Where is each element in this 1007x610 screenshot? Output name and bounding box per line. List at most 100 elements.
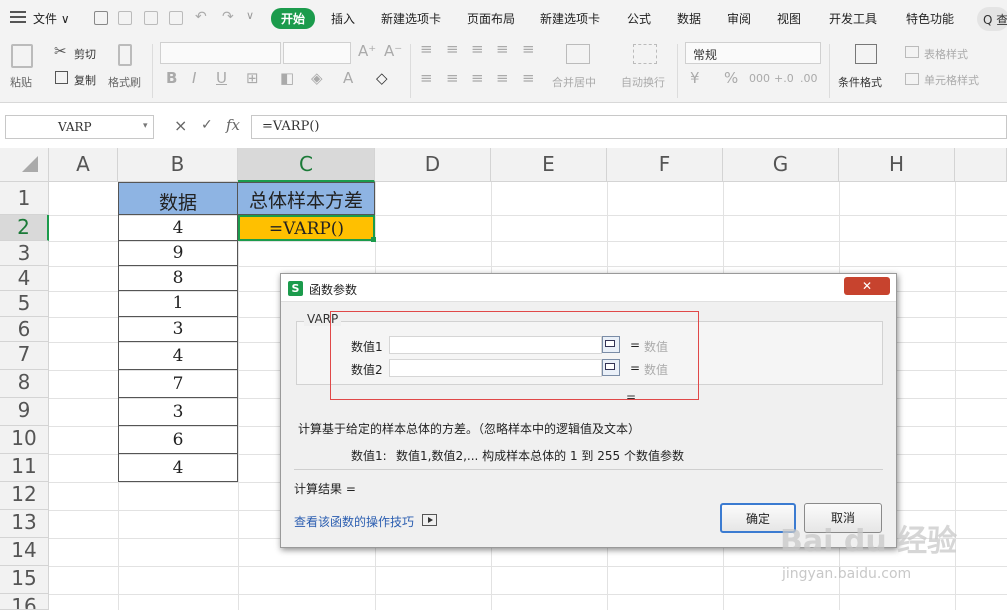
range-select-icon[interactable] (602, 359, 620, 376)
cell-b4[interactable]: 8 (118, 266, 238, 291)
video-icon[interactable] (422, 514, 437, 526)
thousands-icon[interactable]: 000 (749, 72, 770, 85)
cell-b1[interactable]: 数据 (118, 182, 238, 215)
row-header-4[interactable]: 4 (0, 266, 49, 291)
percent-icon[interactable]: % (724, 69, 738, 87)
close-button[interactable]: ✕ (844, 277, 890, 295)
quick-access-dropdown-icon[interactable]: ∨ (246, 9, 254, 22)
row-header-9[interactable]: 9 (0, 398, 49, 426)
range-select-icon[interactable] (602, 336, 620, 353)
row-header-6[interactable]: 6 (0, 317, 49, 342)
hamburger-icon[interactable] (10, 11, 26, 23)
dialog-title-bar[interactable]: S 函数参数 ✕ (281, 274, 896, 302)
row-header-1[interactable]: 1 (0, 182, 49, 215)
cell-style-icon[interactable] (905, 73, 919, 85)
row-header-14[interactable]: 14 (0, 538, 49, 566)
select-all-corner[interactable] (0, 148, 49, 182)
row-header-5[interactable]: 5 (0, 291, 49, 317)
insert-function-icon[interactable]: fx (226, 116, 240, 134)
param2-input[interactable] (389, 359, 602, 377)
row-header-16[interactable]: 16 (0, 594, 49, 610)
underline-icon[interactable]: U (216, 69, 227, 87)
tab-page-layout[interactable]: 页面布局 (467, 10, 515, 27)
outdent-icon[interactable]: ≡ (522, 40, 535, 58)
export-icon[interactable] (118, 11, 132, 25)
tab-data[interactable]: 数据 (677, 10, 701, 27)
increase-decimal-icon[interactable]: +.0 (774, 72, 794, 85)
justify-icon[interactable]: ≡ (496, 69, 509, 87)
row-header-13[interactable]: 13 (0, 510, 49, 538)
row-header-15[interactable]: 15 (0, 566, 49, 594)
row-header-8[interactable]: 8 (0, 370, 49, 398)
font-shrink-icon[interactable]: A⁻ (384, 42, 402, 60)
cancel-formula-icon[interactable]: × (174, 116, 187, 135)
distributed-icon[interactable]: ≡ (522, 69, 535, 87)
tab-new-2[interactable]: 新建选项卡 (540, 10, 600, 27)
column-header-a[interactable]: A (49, 148, 118, 182)
cell-b5[interactable]: 1 (118, 291, 238, 317)
number-format-select[interactable]: 常规 (685, 42, 821, 64)
tab-special[interactable]: 特色功能 (906, 10, 954, 27)
tab-new-1[interactable]: 新建选项卡 (381, 10, 441, 27)
cut-button[interactable]: 剪切 (74, 46, 96, 62)
column-header-h[interactable]: H (839, 148, 955, 182)
align-bottom-icon[interactable]: ≡ (471, 40, 484, 58)
name-box[interactable]: VARP (5, 115, 154, 139)
column-header-b[interactable]: B (118, 148, 238, 182)
column-header-e[interactable]: E (491, 148, 607, 182)
print-icon[interactable] (144, 11, 158, 25)
tab-formulas[interactable]: 公式 (627, 10, 651, 27)
row-header-10[interactable]: 10 (0, 426, 49, 454)
search-button[interactable]: Q 查 (977, 7, 1007, 31)
font-grow-icon[interactable]: A⁺ (358, 42, 376, 60)
conditional-format-icon[interactable] (855, 44, 877, 64)
format-painter-icon[interactable] (118, 44, 132, 66)
paste-icon[interactable] (11, 44, 33, 68)
cell-b2[interactable]: 4 (118, 215, 238, 241)
table-style-icon[interactable] (905, 46, 919, 58)
font-color-icon[interactable]: A (343, 69, 353, 87)
name-box-dropdown-icon[interactable]: ▾ (143, 121, 148, 131)
cell-c2-active[interactable]: =VARP() (238, 215, 375, 241)
cell-b11[interactable]: 4 (118, 454, 238, 482)
tab-view[interactable]: 视图 (777, 10, 801, 27)
tab-developer[interactable]: 开发工具 (829, 10, 877, 27)
align-right-icon[interactable]: ≡ (471, 69, 484, 87)
cell-style-button[interactable]: 单元格样式 (924, 72, 979, 88)
cut-icon[interactable]: ✂ (54, 42, 67, 60)
cell-b9[interactable]: 3 (118, 398, 238, 426)
auto-wrap-icon[interactable] (633, 44, 657, 64)
table-style-button[interactable]: 表格样式 (924, 46, 968, 62)
undo-icon[interactable]: ↶ (195, 9, 207, 25)
conditional-format-button[interactable]: 条件格式 (838, 74, 882, 90)
column-header-g[interactable]: G (723, 148, 839, 182)
copy-icon[interactable] (55, 71, 68, 84)
print-preview-icon[interactable] (169, 11, 183, 25)
redo-icon[interactable]: ↷ (222, 9, 234, 25)
column-header-i[interactable] (955, 148, 1007, 182)
decrease-decimal-icon[interactable]: .00 (800, 72, 818, 85)
copy-button[interactable]: 复制 (74, 72, 96, 88)
row-header-2[interactable]: 2 (0, 215, 49, 241)
format-painter-button[interactable]: 格式刷 (108, 74, 141, 90)
row-header-12[interactable]: 12 (0, 482, 49, 510)
bold-icon[interactable]: B (166, 69, 177, 87)
tab-insert[interactable]: 插入 (331, 10, 355, 27)
column-header-f[interactable]: F (607, 148, 723, 182)
cell-b3[interactable]: 9 (118, 241, 238, 266)
file-menu[interactable]: 文件 ∨ (33, 10, 70, 27)
border-icon[interactable]: ⊞ (246, 69, 259, 87)
fill-color-icon[interactable]: ◈ (311, 69, 323, 87)
cell-b6[interactable]: 3 (118, 317, 238, 342)
font-family-select[interactable] (160, 42, 281, 64)
merge-center-button[interactable]: 合并居中 (552, 74, 596, 90)
paste-label[interactable]: 粘贴 (10, 74, 32, 90)
cell-c1[interactable]: 总体样本方差 (238, 182, 375, 215)
row-header-7[interactable]: 7 (0, 342, 49, 370)
italic-icon[interactable]: I (192, 69, 196, 87)
clear-format-icon[interactable]: ◇ (376, 69, 388, 87)
font-size-select[interactable] (283, 42, 351, 64)
indent-icon[interactable]: ≡ (496, 40, 509, 58)
align-center-icon[interactable]: ≡ (446, 69, 459, 87)
align-middle-icon[interactable]: ≡ (446, 40, 459, 58)
